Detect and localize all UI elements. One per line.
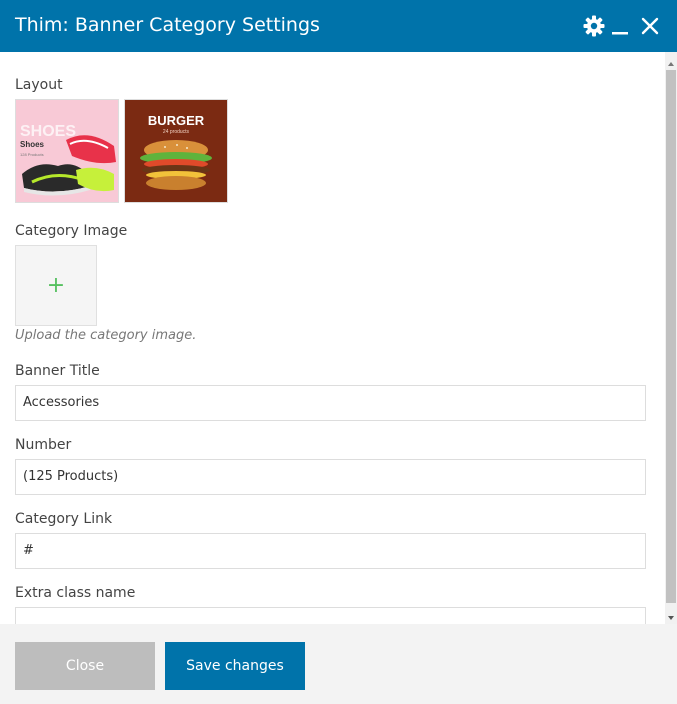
close-icon[interactable] (638, 14, 662, 38)
layout-label: Layout (15, 77, 63, 93)
save-changes-button[interactable]: Save changes (165, 642, 305, 690)
category-link-input[interactable]: # (15, 533, 646, 569)
category-link-label: Category Link (15, 511, 113, 527)
dialog-title: Thim: Banner Category Settings (15, 14, 320, 36)
scrollbar[interactable] (665, 52, 677, 624)
shoes-watermark: SHOES (20, 123, 76, 140)
burger-caption: BURGER (148, 113, 205, 128)
extra-class-label: Extra class name (15, 585, 136, 601)
number-input[interactable]: (125 Products) (15, 459, 646, 495)
category-image-help: Upload the category image. (15, 328, 197, 343)
layout-option-shoes[interactable]: SHOES Shoes 128 Products (15, 99, 119, 203)
scroll-up-icon[interactable] (665, 55, 677, 67)
minimize-icon[interactable] (609, 14, 633, 38)
burger-subcaption: 24 products (163, 129, 190, 135)
category-image-label: Category Image (15, 223, 128, 239)
scroll-thumb[interactable] (666, 70, 676, 603)
add-image-icon: + (46, 273, 66, 298)
scroll-down-icon[interactable] (665, 609, 677, 621)
category-image-upload[interactable]: + (15, 245, 97, 326)
dialog-header: Thim: Banner Category Settings (0, 0, 677, 52)
shoes-subcaption: 128 Products (20, 152, 44, 157)
dialog-footer: Close Save changes (0, 624, 677, 704)
banner-title-input[interactable]: Accessories (15, 385, 646, 421)
close-button[interactable]: Close (15, 642, 155, 690)
banner-title-label: Banner Title (15, 363, 100, 379)
number-label: Number (15, 437, 72, 453)
shoes-caption: Shoes (20, 140, 45, 149)
extra-class-input[interactable] (15, 607, 646, 624)
settings-panel: Layout SHOES Shoes 128 Products BURGER 2… (0, 52, 665, 624)
burger-image: BURGER 24 products (125, 100, 227, 202)
shoes-image: SHOES Shoes 128 Products (16, 100, 118, 202)
gear-icon[interactable] (582, 14, 606, 38)
layout-option-burger[interactable]: BURGER 24 products (124, 99, 228, 203)
